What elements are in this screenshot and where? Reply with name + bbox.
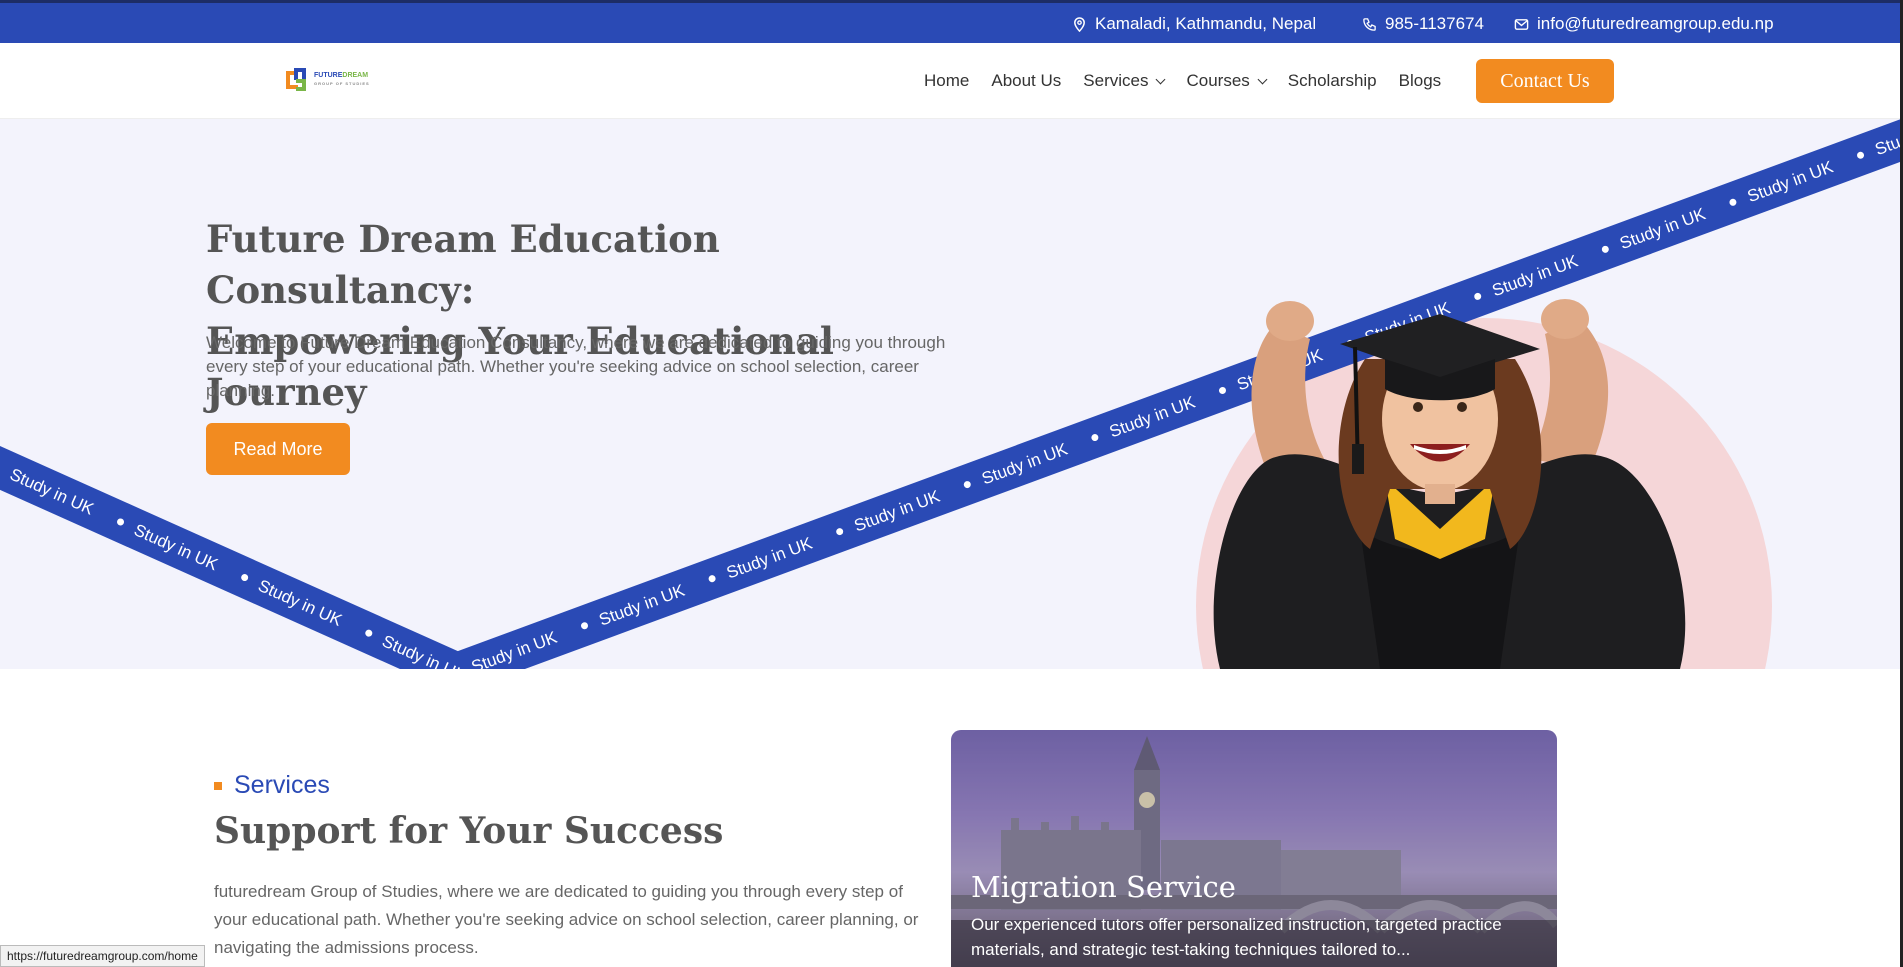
location-pin-icon bbox=[1074, 16, 1085, 32]
site-logo[interactable]: FUTUREDREAM GROUP OF STUDIES bbox=[286, 68, 370, 92]
nav-blogs[interactable]: Blogs bbox=[1399, 71, 1442, 91]
email-info[interactable]: info@futuredreamgroup.edu.np bbox=[1514, 14, 1774, 34]
logo-mark-icon bbox=[286, 68, 310, 92]
phone-icon bbox=[1363, 17, 1376, 31]
main-navbar: FUTUREDREAM GROUP OF STUDIES Home About … bbox=[0, 43, 1903, 119]
hero-description: Welcome to Future Dream Education Consul… bbox=[206, 333, 946, 400]
nav-courses[interactable]: Courses bbox=[1186, 71, 1268, 91]
graduate-student-image bbox=[1213, 299, 1686, 669]
services-eyebrow: Services bbox=[214, 771, 330, 800]
card-title: Migration Service bbox=[971, 870, 1236, 904]
square-bullet-icon bbox=[214, 781, 222, 790]
services-title: Support for Your Success bbox=[214, 810, 724, 852]
chevron-down-icon bbox=[1257, 74, 1268, 84]
top-contact-bar: Kamaladi, Kathmandu, Nepal 985-1137674 i… bbox=[0, 0, 1903, 43]
address-info: Kamaladi, Kathmandu, Nepal bbox=[1072, 14, 1316, 34]
status-bar-url: https://futuredreamgroup.com/home bbox=[0, 945, 205, 967]
phone-text: 985-1137674 bbox=[1385, 14, 1484, 33]
logo-wordmark: FUTUREDREAM GROUP OF STUDIES bbox=[314, 72, 370, 86]
card-description: Our experienced tutors offer personalize… bbox=[971, 915, 1502, 959]
nav-home[interactable]: Home bbox=[924, 71, 969, 91]
phone-info[interactable]: 985-1137674 bbox=[1362, 14, 1484, 34]
chevron-down-icon bbox=[1156, 74, 1166, 84]
email-text: info@futuredreamgroup.edu.np bbox=[1537, 14, 1774, 33]
nav-scholarship[interactable]: Scholarship bbox=[1288, 71, 1377, 91]
services-label: Services bbox=[234, 771, 330, 799]
read-more-button[interactable]: Read More bbox=[206, 423, 350, 475]
nav-about-us[interactable]: About Us bbox=[991, 71, 1061, 91]
hero-section: Study in UK Study in UK Study in UK Study i… bbox=[0, 119, 1903, 669]
services-description: futuredream Group of Studies, where we a… bbox=[214, 882, 919, 957]
nav-menu: Home About Us Services Courses Scholarsh… bbox=[924, 71, 1463, 91]
address-text: Kamaladi, Kathmandu, Nepal bbox=[1095, 14, 1317, 33]
migration-service-card[interactable]: Migration Service Our experienced tutors… bbox=[951, 730, 1557, 967]
mail-icon bbox=[1514, 18, 1529, 30]
contact-us-button[interactable]: Contact Us bbox=[1476, 59, 1614, 103]
nav-services[interactable]: Services bbox=[1083, 71, 1166, 91]
